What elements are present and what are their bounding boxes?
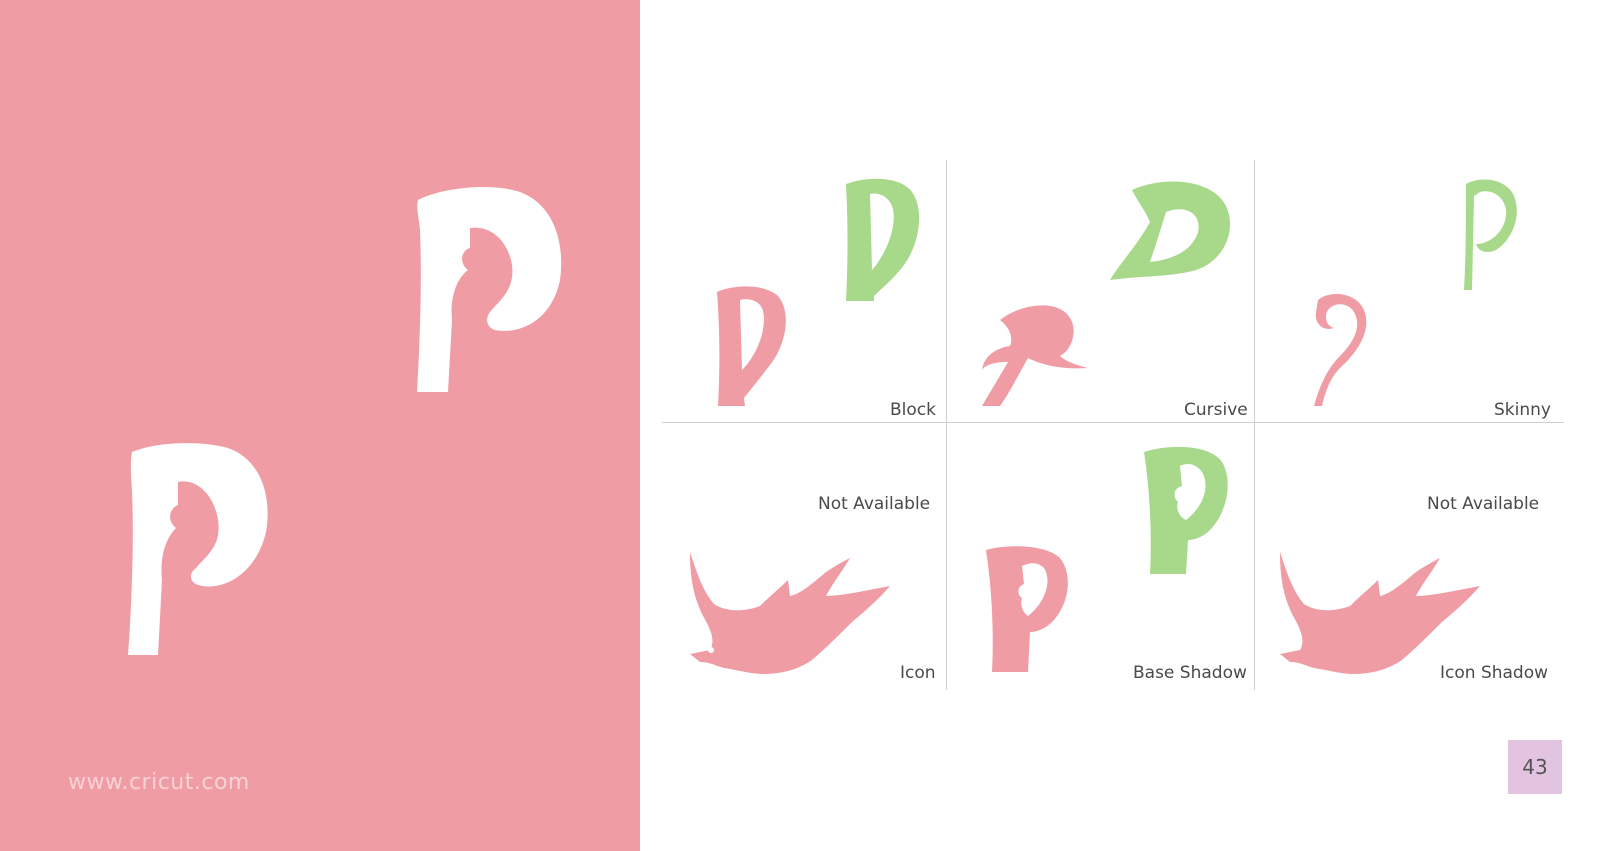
label-skinny: Skinny: [1494, 400, 1551, 420]
cursive-green-p: [1110, 181, 1231, 280]
skinny-pink-p: [1314, 294, 1367, 406]
bird-eye: [708, 647, 714, 653]
base-shadow-green-p: [1144, 446, 1228, 574]
label-cursive: Cursive: [1184, 400, 1248, 420]
label-block: Block: [890, 400, 936, 420]
label-icon-shadow: Icon Shadow: [1440, 663, 1549, 683]
skinny-green-p: [1464, 179, 1517, 290]
label-icon-shadow-not-available: Not Available: [1427, 494, 1540, 514]
cursive-pink-p: [982, 305, 1088, 406]
icon-bird: [690, 552, 890, 674]
label-icon: Icon: [900, 663, 936, 683]
label-icon-not-available: Not Available: [818, 494, 931, 514]
icon-shadow-bird: [1280, 552, 1480, 674]
block-green-p: [846, 178, 920, 301]
label-base-shadow: Base Shadow: [1133, 663, 1247, 683]
page-number: 43: [1522, 755, 1548, 779]
block-pink-p: [717, 286, 786, 406]
glyph-illustrations: [690, 178, 1517, 674]
page-number-badge: 43: [1508, 740, 1562, 794]
base-shadow-pink-p: [986, 546, 1068, 672]
